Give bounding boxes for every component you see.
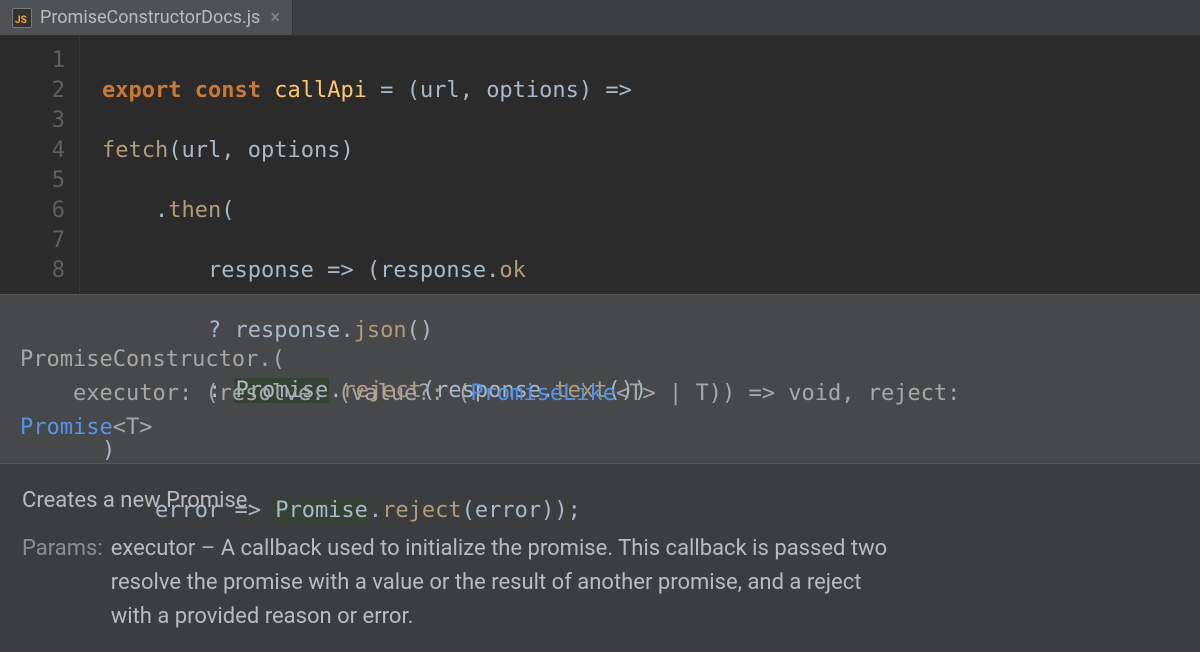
- param: url: [420, 78, 460, 103]
- code-line: fetch(url, options): [102, 136, 647, 166]
- doc-params-label: Params:: [22, 532, 103, 634]
- obj: response: [234, 318, 340, 343]
- line-number: 7: [0, 226, 65, 256]
- param-info-text: executor: (resolve: (value?: (: [20, 381, 470, 406]
- stmt-end: );: [554, 498, 581, 523]
- call-parens: (): [407, 318, 434, 343]
- dot: .: [155, 198, 168, 223]
- arg: options: [248, 138, 341, 163]
- indent: [102, 198, 155, 223]
- line-number: 3: [0, 106, 65, 136]
- doc-params-text: with a provided reason or error.: [111, 604, 414, 629]
- line-number: 4: [0, 136, 65, 166]
- arg: url: [181, 138, 221, 163]
- close-icon[interactable]: ×: [270, 7, 280, 28]
- punct: ): [340, 138, 353, 163]
- indent: [102, 258, 208, 283]
- code-editor[interactable]: 1 2 3 4 5 6 7 8 export const callApi = (…: [0, 36, 1200, 294]
- method-call: reject: [382, 498, 461, 523]
- doc-params: Params: executor – A callback used to in…: [22, 532, 1178, 634]
- tab-bar: JS PromiseConstructorDocs.js ×: [0, 0, 1200, 36]
- param: response: [208, 258, 314, 283]
- punct: (: [168, 138, 181, 163]
- punct: (: [221, 198, 234, 223]
- keyword-export: export: [102, 78, 181, 103]
- ternary-q: ?: [208, 318, 235, 343]
- line-gutter: 1 2 3 4 5 6 7 8: [0, 36, 80, 294]
- code-line: ): [102, 436, 647, 466]
- line-number: 8: [0, 256, 65, 286]
- line-number: 1: [0, 46, 65, 76]
- fn-name: callApi: [274, 78, 367, 103]
- param-info-text: <T>: [113, 415, 153, 440]
- line-number: 5: [0, 166, 65, 196]
- fn-call: fetch: [102, 138, 168, 163]
- dot: .: [486, 258, 499, 283]
- code-area[interactable]: export const callApi = (url, options) =>…: [80, 36, 647, 294]
- arg: error: [475, 498, 541, 523]
- editor-tab[interactable]: JS PromiseConstructorDocs.js ×: [0, 0, 293, 35]
- code-line: ? response.json(): [102, 316, 647, 346]
- code-line: .then(: [102, 196, 647, 226]
- punct: (: [462, 498, 475, 523]
- punct: ,: [460, 78, 487, 103]
- line-number: 6: [0, 196, 65, 226]
- arrow: =>: [592, 78, 632, 103]
- punct: ): [579, 78, 592, 103]
- param: options: [486, 78, 579, 103]
- method-call: json: [354, 318, 407, 343]
- type-link[interactable]: PromiseLike: [470, 381, 616, 406]
- dot: .: [340, 318, 353, 343]
- punct: ,: [221, 138, 248, 163]
- code-line: export const callApi = (url, options) =>: [102, 76, 647, 106]
- keyword-const: const: [195, 78, 261, 103]
- param-info-text: <T> | T)) => void, reject:: [616, 381, 960, 406]
- class-ref: Promise: [274, 498, 369, 523]
- prop: ok: [499, 258, 526, 283]
- punct: ): [541, 498, 554, 523]
- type-link[interactable]: Promise: [20, 415, 113, 440]
- code-line: response => (response.ok: [102, 256, 647, 286]
- obj: response: [380, 258, 486, 283]
- indent: [102, 318, 208, 343]
- js-file-icon: JS: [12, 8, 32, 28]
- method-call: then: [168, 198, 221, 223]
- line-number: 2: [0, 76, 65, 106]
- punct: (: [367, 258, 380, 283]
- op: =: [367, 78, 407, 103]
- doc-params-text: resolve the promise with a value or the …: [111, 570, 862, 595]
- arrow: =>: [314, 258, 367, 283]
- doc-params-text: executor – A callback used to initialize…: [111, 536, 887, 561]
- param-info-text: PromiseConstructor.(: [20, 347, 285, 372]
- dot: .: [369, 498, 382, 523]
- tab-filename: PromiseConstructorDocs.js: [40, 7, 260, 28]
- punct: (: [407, 78, 420, 103]
